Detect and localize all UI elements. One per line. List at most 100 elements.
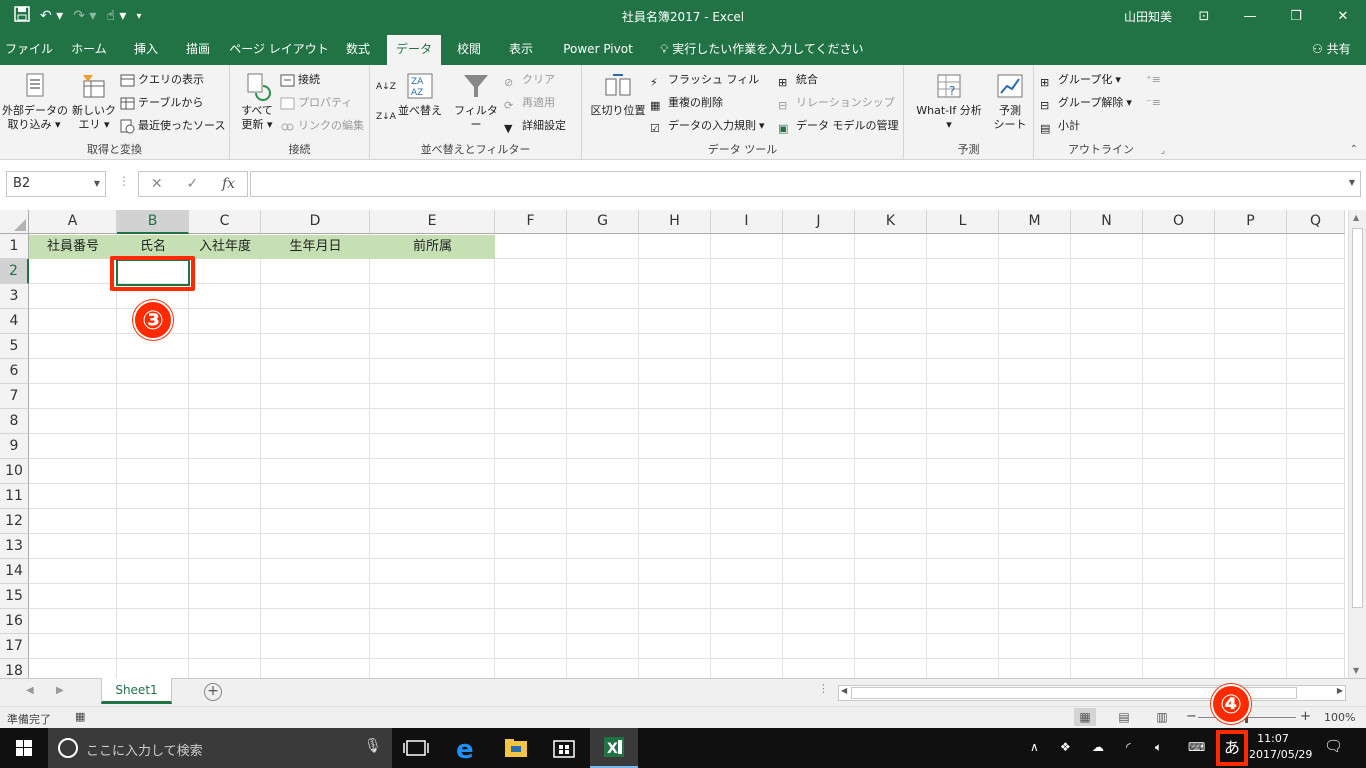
next-sheet-icon[interactable]: ▶ bbox=[56, 685, 64, 696]
formula-input[interactable]: ▼ bbox=[250, 171, 1361, 197]
tab-review[interactable]: 校閲 bbox=[447, 33, 491, 65]
store-icon[interactable] bbox=[540, 728, 588, 768]
column-header-C[interactable]: C bbox=[189, 210, 261, 234]
row-header-5[interactable]: 5 bbox=[0, 334, 29, 359]
edge-browser-icon[interactable]: e bbox=[442, 728, 490, 768]
column-header-F[interactable]: F bbox=[495, 210, 567, 234]
cancel-icon[interactable]: ✕ bbox=[151, 176, 163, 192]
tab-insert[interactable]: 挿入 bbox=[124, 33, 168, 65]
page-break-view-icon[interactable]: ▥ bbox=[1151, 708, 1173, 726]
row-header-14[interactable]: 14 bbox=[0, 559, 29, 584]
formula-bar-splitter-icon[interactable]: ⋮ bbox=[118, 174, 130, 188]
column-header-H[interactable]: H bbox=[639, 210, 711, 234]
insert-function-icon[interactable]: fx bbox=[222, 176, 235, 192]
column-header-G[interactable]: G bbox=[567, 210, 639, 234]
edit-links-button[interactable]: リンクの編集 bbox=[280, 116, 364, 136]
column-header-E[interactable]: E bbox=[370, 210, 495, 234]
expand-formula-icon[interactable]: ▼ bbox=[1349, 178, 1355, 187]
cell-C1[interactable]: 入社年度 bbox=[189, 235, 261, 259]
row-header-2[interactable]: 2 bbox=[0, 259, 29, 284]
remove-duplicates-button[interactable]: ▦ 重複の削除 bbox=[650, 93, 723, 113]
enter-icon[interactable]: ✓ bbox=[186, 176, 198, 192]
volume-icon[interactable]: 🔈︎ bbox=[1155, 740, 1162, 755]
relationships-button[interactable]: ⊟ リレーションシップ bbox=[778, 93, 895, 113]
what-if-analysis-button[interactable]: ? What-If 分析 ▾ bbox=[908, 71, 990, 132]
zoom-in-icon[interactable]: + bbox=[1300, 709, 1311, 724]
tab-power-pivot[interactable]: Power Pivot bbox=[554, 33, 642, 65]
refresh-all-button[interactable]: すべて 更新 ▾ bbox=[236, 71, 278, 132]
tab-data[interactable]: データ bbox=[387, 35, 441, 65]
row-header-16[interactable]: 16 bbox=[0, 609, 29, 634]
file-explorer-icon[interactable] bbox=[492, 728, 540, 768]
network-icon[interactable]: ◜ bbox=[1126, 740, 1131, 754]
excel-taskbar-icon[interactable]: X bbox=[590, 728, 638, 768]
tab-file[interactable]: ファイル bbox=[4, 33, 54, 65]
action-center-icon[interactable]: 🗨︎ bbox=[1324, 737, 1343, 755]
new-query-button[interactable]: 新しいク エリ ▾ bbox=[70, 71, 118, 132]
start-button[interactable] bbox=[0, 728, 48, 768]
tab-home[interactable]: ホーム bbox=[62, 33, 116, 65]
row-header-13[interactable]: 13 bbox=[0, 534, 29, 559]
ime-mode-indicator[interactable]: あ bbox=[1216, 728, 1248, 768]
row-header-6[interactable]: 6 bbox=[0, 359, 29, 384]
tell-me-box[interactable]: 💡︎ 実行したい作業を入力してください bbox=[660, 33, 864, 65]
microphone-icon[interactable]: 🎙︎ bbox=[364, 738, 382, 754]
prev-sheet-icon[interactable]: ◀ bbox=[26, 685, 34, 696]
row-header-3[interactable]: 3 bbox=[0, 284, 29, 309]
sort-az-button[interactable]: A↓Z bbox=[376, 77, 396, 97]
manage-data-model-button[interactable]: ▣ データ モデルの管理 bbox=[778, 116, 899, 136]
macro-record-icon[interactable]: ▦ bbox=[75, 710, 85, 723]
show-queries-button[interactable]: クエリの表示 bbox=[120, 70, 204, 90]
column-header-J[interactable]: J bbox=[783, 210, 855, 234]
flash-fill-button[interactable]: ⚡︎ フラッシュ フィル bbox=[650, 70, 759, 90]
tab-page-layout[interactable]: ページ レイアウト bbox=[228, 33, 330, 65]
row-header-12[interactable]: 12 bbox=[0, 509, 29, 534]
scroll-up-icon[interactable]: ▲ bbox=[1353, 213, 1359, 222]
close-button[interactable]: ✕ bbox=[1320, 0, 1366, 33]
consolidate-button[interactable]: ⊞ 統合 bbox=[778, 70, 818, 90]
properties-button[interactable]: プロパティ bbox=[280, 93, 352, 113]
hide-detail-icon[interactable]: ⁻≡ bbox=[1146, 93, 1161, 113]
add-sheet-icon[interactable]: + bbox=[204, 683, 222, 701]
tab-draw[interactable]: 描画 bbox=[176, 33, 220, 65]
row-header-7[interactable]: 7 bbox=[0, 384, 29, 409]
row-header-11[interactable]: 11 bbox=[0, 484, 29, 509]
zoom-level[interactable]: 100% bbox=[1324, 711, 1355, 724]
column-header-M[interactable]: M bbox=[999, 210, 1071, 234]
row-header-9[interactable]: 9 bbox=[0, 434, 29, 459]
column-header-N[interactable]: N bbox=[1071, 210, 1143, 234]
from-table-button[interactable]: テーブルから bbox=[120, 93, 203, 113]
row-header-4[interactable]: 4 bbox=[0, 309, 29, 334]
system-clock[interactable]: 11:07 2017/05/29 bbox=[1249, 731, 1312, 763]
dialog-launcher-icon[interactable]: ⌟ bbox=[1161, 146, 1165, 156]
clear-filter-button[interactable]: ⊘ クリア bbox=[504, 70, 555, 90]
user-name[interactable]: 山田知美 bbox=[1124, 8, 1172, 25]
sort-za-button[interactable]: Z↓A bbox=[376, 107, 396, 127]
row-header-15[interactable]: 15 bbox=[0, 584, 29, 609]
taskbar-search-box[interactable]: ここに入力して検索 🎙︎ bbox=[48, 728, 392, 768]
column-header-B[interactable]: B bbox=[117, 210, 189, 234]
sheet-tab-sheet1[interactable]: Sheet1 bbox=[101, 678, 172, 704]
onedrive-icon[interactable]: ☁ bbox=[1092, 740, 1104, 754]
splitter-icon[interactable]: ⋮ bbox=[818, 682, 829, 695]
column-header-I[interactable]: I bbox=[711, 210, 783, 234]
reapply-button[interactable]: ⟳ 再適用 bbox=[504, 93, 555, 113]
forecast-sheet-button[interactable]: 予測 シート bbox=[988, 71, 1032, 132]
connections-button[interactable]: 接続 bbox=[280, 70, 320, 90]
column-header-K[interactable]: K bbox=[855, 210, 927, 234]
name-box[interactable]: B2 ▼ bbox=[6, 171, 106, 197]
scroll-down-icon[interactable]: ▼ bbox=[1353, 666, 1359, 675]
collapse-ribbon-icon[interactable]: ⌃ bbox=[1350, 144, 1358, 155]
worksheet-grid[interactable]: ABCDEFGHIJKLMNOPQ 1 2 3 4 5 6 7 8 9 10 11 12 13 14 15 1… bbox=[0, 210, 1366, 678]
sort-button[interactable]: ZA AZ 並べ替え bbox=[396, 71, 444, 118]
show-hidden-icons-icon[interactable]: ∧ bbox=[1030, 740, 1039, 754]
vertical-scrollbar[interactable]: ▲ ▼ bbox=[1348, 210, 1366, 678]
column-header-P[interactable]: P bbox=[1215, 210, 1287, 234]
select-all-button[interactable] bbox=[0, 210, 29, 234]
data-validation-button[interactable]: ☑ データの入力規則 ▾ bbox=[650, 116, 765, 136]
row-header-1[interactable]: 1 bbox=[0, 234, 29, 259]
vertical-scroll-thumb[interactable] bbox=[1352, 228, 1363, 608]
column-header-A[interactable]: A bbox=[29, 210, 117, 234]
row-header-18[interactable]: 18 bbox=[0, 659, 29, 678]
text-to-columns-button[interactable]: 区切り位置 bbox=[586, 71, 650, 118]
